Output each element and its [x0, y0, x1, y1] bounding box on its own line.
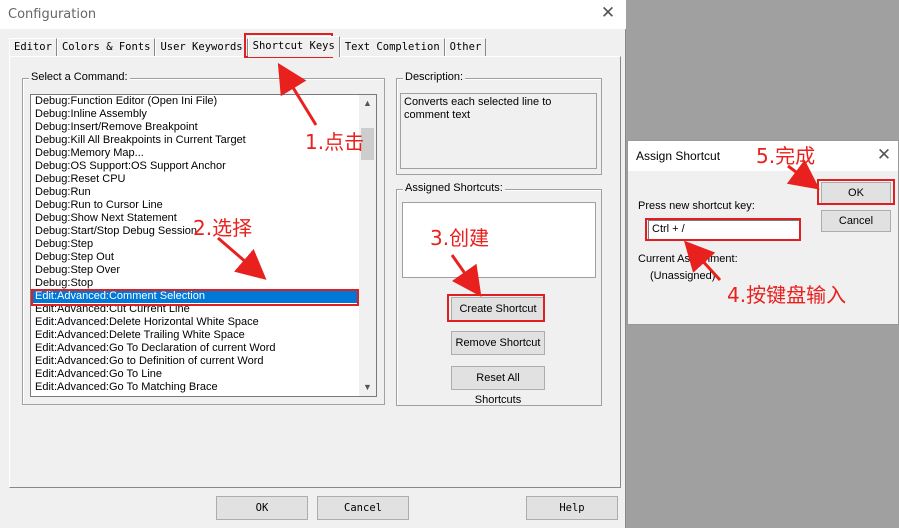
list-item[interactable]: Edit:Advanced:Go To Line — [31, 368, 357, 381]
dialog-cancel-button[interactable]: Cancel — [821, 210, 891, 232]
tab-text-completion[interactable]: Text Completion — [339, 38, 445, 57]
cancel-button[interactable]: Cancel — [317, 496, 409, 520]
chevron-down-icon[interactable]: ▼ — [359, 379, 376, 396]
press-shortcut-label: Press new shortcut key: — [638, 200, 755, 212]
list-item[interactable]: Debug:Inline Assembly — [31, 108, 357, 121]
title-bar: Configuration ✕ — [0, 0, 626, 29]
help-button[interactable]: Help — [526, 496, 618, 520]
assigned-shortcuts-label: Assigned Shortcuts: — [403, 182, 505, 194]
ok-button[interactable]: OK — [216, 496, 308, 520]
list-item[interactable]: Debug:OS Support:OS Support Anchor — [31, 160, 357, 173]
list-item[interactable]: Edit:Advanced:Go To Matching Brace — [31, 381, 357, 394]
list-item[interactable]: Edit:Advanced:Cut Current Line — [31, 303, 357, 316]
chevron-up-icon[interactable]: ▲ — [359, 95, 376, 112]
tab-shortcut-keys[interactable]: Shortcut Keys — [247, 36, 340, 57]
list-item[interactable]: Debug:Step Out — [31, 251, 357, 264]
list-item[interactable]: Debug:Step Over — [31, 264, 357, 277]
tab-strip: Editor Colors & Fonts User Keywords Shor… — [9, 36, 487, 57]
description-text: Converts each selected line to comment t… — [400, 93, 597, 169]
reset-all-shortcuts-button[interactable]: Reset All Shortcuts — [451, 366, 545, 406]
current-assignment-value: (Unassigned) — [650, 270, 716, 282]
annotation-step-4: 4.按键盘输入 — [727, 283, 847, 307]
tab-colors-fonts[interactable]: Colors & Fonts — [56, 38, 156, 57]
list-item[interactable]: Debug:Run to Cursor Line — [31, 199, 357, 212]
window-title: Configuration — [8, 7, 97, 22]
dialog-title: Assign Shortcut — [636, 149, 721, 163]
list-item-selected[interactable]: Edit:Advanced:Comment Selection — [31, 290, 357, 303]
list-item[interactable]: Debug:Stop — [31, 277, 357, 290]
list-item[interactable]: Debug:Reset CPU — [31, 173, 357, 186]
list-item[interactable]: Edit:Advanced:Delete Horizontal White Sp… — [31, 316, 357, 329]
current-assignment-label: Current Assignment: — [638, 253, 738, 265]
close-icon[interactable]: ✕ — [598, 3, 618, 23]
list-item[interactable]: Debug:Function Editor (Open Ini File) — [31, 95, 357, 108]
list-item[interactable]: Edit:Advanced:Go To Declaration of curre… — [31, 342, 357, 355]
tab-editor[interactable]: Editor — [9, 38, 57, 57]
list-item[interactable]: Edit:Advanced:Go to Definition of curren… — [31, 355, 357, 368]
dialog-ok-button[interactable]: OK — [821, 182, 891, 204]
description-label: Description: — [403, 71, 466, 83]
tab-other[interactable]: Other — [444, 38, 487, 57]
list-item[interactable]: Debug:Run — [31, 186, 357, 199]
create-shortcut-button[interactable]: Create Shortcut — [451, 297, 545, 321]
annotation-step-3: 3.创建 — [430, 226, 490, 250]
annotation-step-1: 1.点击 — [305, 130, 365, 154]
list-item[interactable]: Edit:Advanced:Delete Trailing White Spac… — [31, 329, 357, 342]
annotation-step-2: 2.选择 — [193, 216, 253, 240]
select-command-label: Select a Command: — [29, 71, 130, 83]
close-icon[interactable]: ✕ — [874, 145, 894, 165]
configuration-window: Configuration ✕ Editor Colors & Fonts Us… — [0, 0, 626, 528]
remove-shortcut-button[interactable]: Remove Shortcut — [451, 331, 545, 355]
annotation-step-5: 5.完成 — [756, 144, 816, 168]
shortcut-key-input[interactable]: Ctrl + / — [648, 220, 801, 241]
tab-user-keywords[interactable]: User Keywords — [155, 38, 248, 57]
